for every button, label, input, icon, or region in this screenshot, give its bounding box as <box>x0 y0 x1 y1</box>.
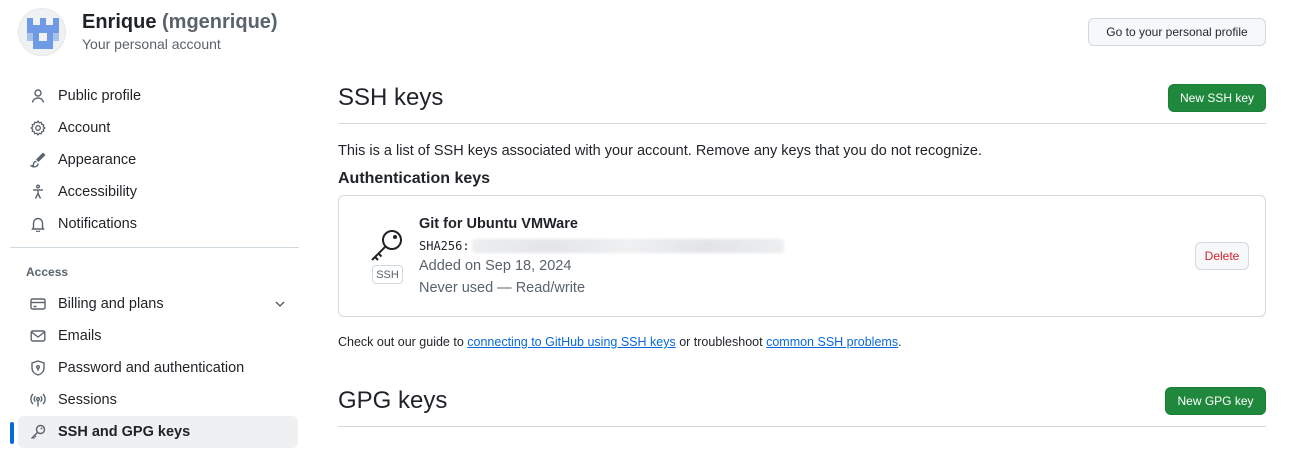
person-icon <box>30 88 46 104</box>
sidebar-item-emails[interactable]: Emails <box>18 320 298 352</box>
ssh-guide-text: Check out our guide to connecting to Git… <box>338 335 1266 349</box>
sidebar-divider <box>10 247 299 248</box>
broadcast-icon <box>30 392 46 408</box>
ssh-keys-header: SSH keys New SSH key <box>338 82 1266 124</box>
credit-card-icon <box>30 296 46 312</box>
paintbrush-icon <box>30 152 46 168</box>
bell-icon <box>30 216 46 232</box>
account-name: Enrique (mgenrique) <box>82 11 278 34</box>
authentication-keys-heading: Authentication keys <box>338 170 491 187</box>
key-usage: Never used — Read/write <box>419 280 586 296</box>
mail-icon <box>30 328 46 344</box>
accessibility-icon <box>30 184 46 200</box>
sidebar-item-label: Appearance <box>58 152 137 168</box>
delete-key-button[interactable]: Delete <box>1195 242 1249 270</box>
sidebar-item-appearance[interactable]: Appearance <box>18 144 298 176</box>
sidebar-item-label: Accessibility <box>58 184 137 200</box>
sidebar-item-public-profile[interactable]: Public profile <box>18 80 298 112</box>
sidebar-section-access: Access <box>26 265 69 279</box>
sidebar-item-label: Sessions <box>58 392 117 408</box>
sidebar-item-notifications[interactable]: Notifications <box>18 208 298 240</box>
go-to-profile-button[interactable]: Go to your personal profile <box>1088 18 1266 46</box>
key-added-date: Added on Sep 18, 2024 <box>419 258 572 274</box>
fingerprint-label: SHA256: <box>419 239 470 253</box>
account-subtitle: Your personal account <box>82 36 221 52</box>
sidebar-item-accessibility[interactable]: Accessibility <box>18 176 298 208</box>
account-display-name: Enrique <box>82 11 157 33</box>
avatar[interactable] <box>18 8 66 56</box>
account-handle: (mgenrique) <box>162 11 278 33</box>
gpg-keys-title: GPG keys <box>338 387 448 414</box>
guide-prefix: Check out our guide to <box>338 335 464 349</box>
ssh-problems-link[interactable]: common SSH problems <box>766 335 898 349</box>
sidebar-item-label: Public profile <box>58 88 142 104</box>
fingerprint-redacted <box>471 239 784 253</box>
guide-suffix: . <box>898 335 902 349</box>
guide-middle: or troubleshoot <box>679 335 763 349</box>
new-gpg-key-button[interactable]: New GPG key <box>1165 387 1266 415</box>
settings-sidebar: Public profile Account Appearance Access… <box>10 80 300 448</box>
ssh-intro-text: This is a list of SSH keys associated wi… <box>338 143 982 159</box>
ssh-keys-content: SSH keys New SSH key This is a list of S… <box>338 82 1266 427</box>
sidebar-item-password[interactable]: Password and authentication <box>18 352 298 384</box>
gear-icon <box>30 120 46 136</box>
sidebar-item-sessions[interactable]: Sessions <box>18 384 298 416</box>
identicon-image <box>27 18 59 49</box>
ssh-key-item: SSH Git for Ubuntu VMWare SHA256: Added … <box>338 195 1266 317</box>
sidebar-item-label: Account <box>58 120 111 136</box>
sidebar-item-ssh-gpg-keys[interactable]: SSH and GPG keys <box>10 416 298 448</box>
key-type-label: SSH <box>372 265 403 284</box>
key-fingerprint: SHA256: <box>419 239 784 253</box>
key-icon <box>30 424 46 440</box>
sidebar-item-label: Emails <box>58 328 102 344</box>
page-title: SSH keys <box>338 84 444 111</box>
key-icon <box>371 230 402 261</box>
sidebar-item-account[interactable]: Account <box>18 112 298 144</box>
sidebar-item-billing[interactable]: Billing and plans <box>18 288 298 320</box>
sidebar-item-label: Billing and plans <box>58 296 164 312</box>
shield-lock-icon <box>30 360 46 376</box>
sidebar-item-label: Password and authentication <box>58 360 245 376</box>
sidebar-item-label: Notifications <box>58 216 137 232</box>
gpg-keys-header: GPG keys New GPG key <box>338 385 1266 427</box>
key-title: Git for Ubuntu VMWare <box>419 216 578 232</box>
new-ssh-key-button[interactable]: New SSH key <box>1168 84 1266 112</box>
account-header: Enrique (mgenrique) Your personal accoun… <box>18 8 1268 58</box>
chevron-down-icon[interactable] <box>272 296 288 312</box>
connecting-ssh-link[interactable]: connecting to GitHub using SSH keys <box>467 335 675 349</box>
sidebar-item-label: SSH and GPG keys <box>58 424 191 440</box>
